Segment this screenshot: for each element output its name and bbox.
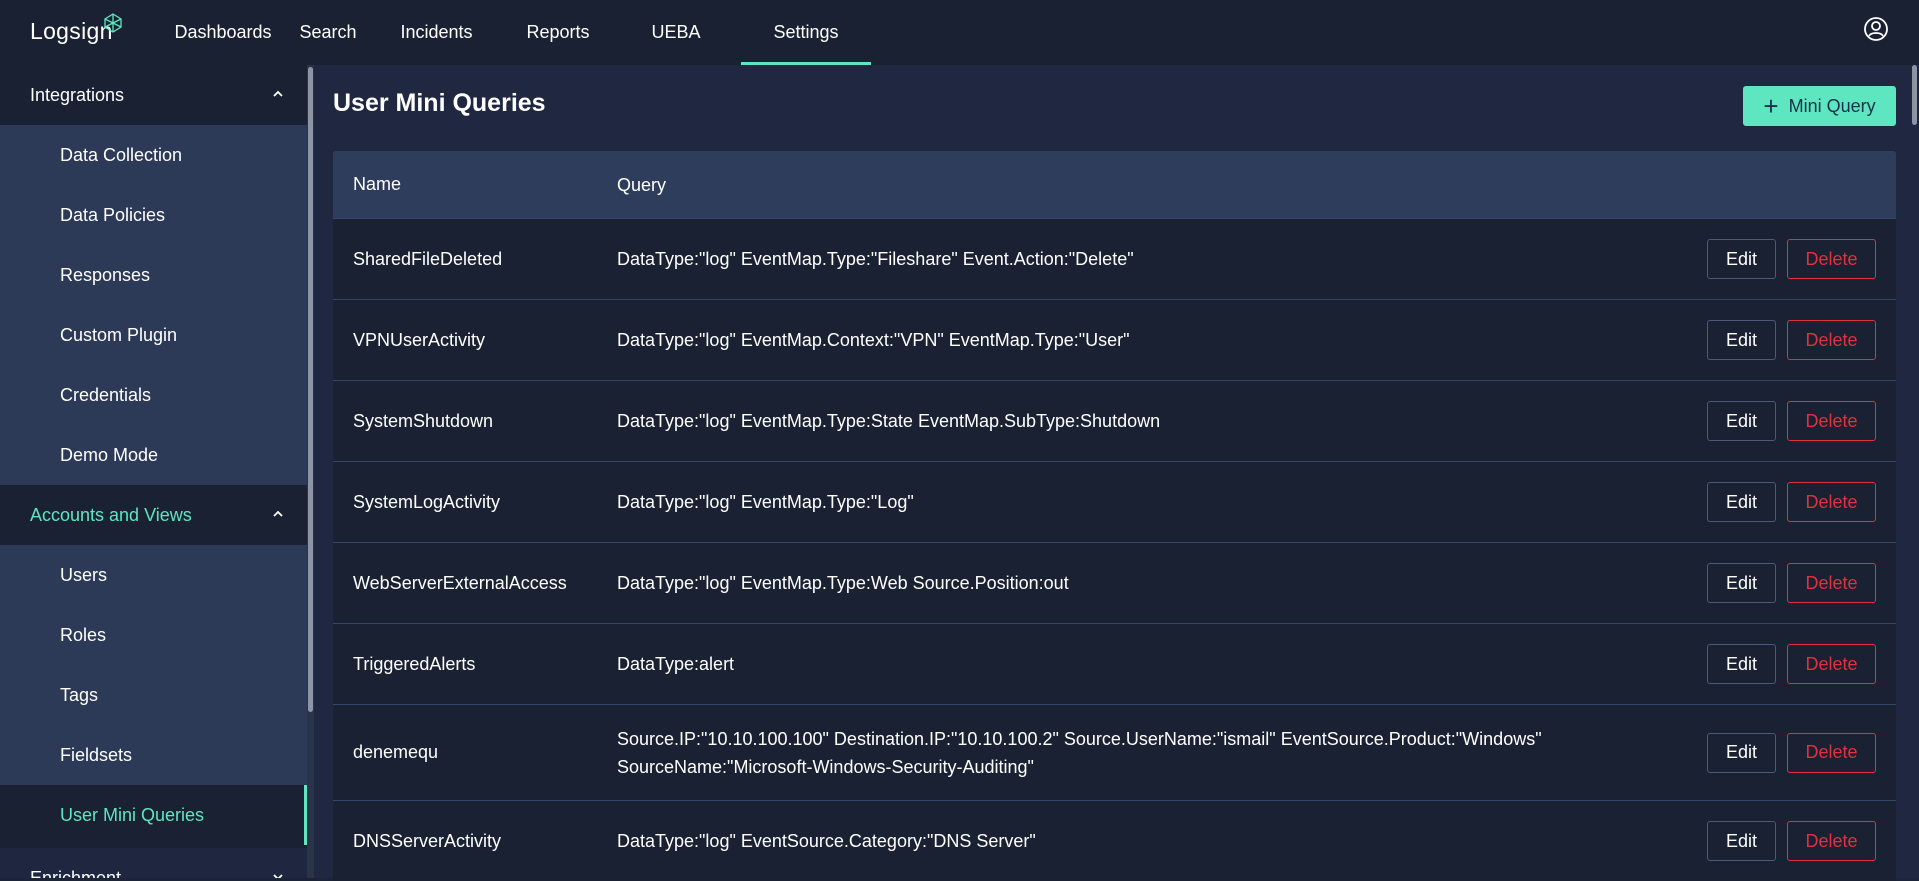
edit-button[interactable]: Edit — [1707, 821, 1776, 861]
row-name: WebServerExternalAccess — [353, 572, 567, 593]
sidebar-scrollbar[interactable] — [307, 65, 314, 878]
chevron-down-icon — [271, 868, 285, 878]
delete-button[interactable]: Delete — [1787, 563, 1876, 603]
main-scrollbar-thumb[interactable] — [1912, 65, 1917, 125]
row-name: denemequ — [353, 742, 439, 762]
delete-button[interactable]: Delete — [1787, 239, 1876, 279]
page-title: User Mini Queries — [333, 89, 546, 117]
sidebar-item-credentials[interactable]: Credentials — [0, 365, 307, 425]
row-query: DataType:"log" EventMap.Type:Web Source.… — [617, 573, 1069, 593]
nav-ueba[interactable]: UEBA — [611, 0, 741, 65]
table-row: SystemLogActivity DataType:"log" EventMa… — [333, 461, 1896, 542]
nav-reports[interactable]: Reports — [505, 0, 611, 65]
logo[interactable]: Logsign — [30, 13, 122, 45]
sidebar-item-users[interactable]: Users — [0, 545, 307, 605]
row-actions: Edit Delete — [1696, 732, 1896, 773]
row-query: DataType:alert — [617, 654, 735, 674]
delete-button[interactable]: Delete — [1787, 821, 1876, 861]
row-query: Source.IP:"10.10.100.100" Destination.IP… — [617, 728, 1542, 777]
delete-button[interactable]: Delete — [1787, 320, 1876, 360]
delete-button[interactable]: Delete — [1787, 482, 1876, 522]
row-query: DataType:"log" EventMap.Type:State Event… — [617, 411, 1161, 431]
row-name: VPNUserActivity — [353, 329, 486, 350]
table-header: Name Query — [333, 151, 1896, 218]
column-header-query: Query — [617, 174, 667, 195]
edit-button[interactable]: Edit — [1707, 401, 1776, 441]
main-content: User Mini Queries + Mini Query Name Quer… — [314, 65, 1919, 881]
sidebar-item-user-mini-queries[interactable]: User Mini Queries — [0, 785, 307, 845]
row-name: SharedFileDeleted — [353, 248, 503, 269]
row-actions: Edit Delete — [1696, 482, 1896, 522]
column-header-name: Name — [353, 174, 402, 194]
top-navbar: Logsign Dashboards Search Incidents Repo… — [0, 0, 1919, 65]
sidebar-scrollbar-thumb[interactable] — [308, 67, 313, 712]
row-actions: Edit Delete — [1696, 239, 1896, 279]
table-row: SystemShutdown DataType:"log" EventMap.T… — [333, 380, 1896, 461]
sidebar-item-fieldsets[interactable]: Fieldsets — [0, 725, 307, 785]
sidebar-item-data-policies[interactable]: Data Policies — [0, 185, 307, 245]
nav-settings[interactable]: Settings — [741, 0, 871, 65]
sidebar-section-label: Enrichment — [30, 867, 122, 879]
nav-dashboards[interactable]: Dashboards — [158, 0, 288, 65]
add-mini-query-label: Mini Query — [1788, 95, 1876, 116]
add-mini-query-button[interactable]: + Mini Query — [1743, 86, 1896, 126]
row-name: SystemLogActivity — [353, 491, 501, 512]
row-actions: Edit Delete — [1696, 320, 1896, 360]
sidebar-section-accounts-and-views[interactable]: Accounts and Views — [0, 485, 307, 545]
edit-button[interactable]: Edit — [1707, 320, 1776, 360]
table-row: WebServerExternalAccess DataType:"log" E… — [333, 542, 1896, 623]
row-actions: Edit Delete — [1696, 644, 1896, 684]
edit-button[interactable]: Edit — [1707, 239, 1776, 279]
user-account-icon[interactable] — [1863, 16, 1889, 42]
sidebar-item-responses[interactable]: Responses — [0, 245, 307, 305]
sidebar-section-enrichment[interactable]: Enrichment — [0, 848, 307, 878]
logo-text: Logsign — [30, 18, 113, 44]
table-row: DNSServerActivity DataType:"log" EventSo… — [333, 800, 1896, 881]
row-query: DataType:"log" EventSource.Category:"DNS… — [617, 831, 1036, 851]
chevron-up-icon — [271, 505, 285, 526]
table-row: SharedFileDeleted DataType:"log" EventMa… — [333, 218, 1896, 299]
chevron-up-icon — [271, 85, 285, 106]
edit-button[interactable]: Edit — [1707, 482, 1776, 522]
sidebar-item-demo-mode[interactable]: Demo Mode — [0, 425, 307, 485]
settings-sidebar: Integrations Data Collection Data Polici… — [0, 65, 314, 878]
row-name: SystemShutdown — [353, 410, 494, 431]
sidebar-item-data-collection[interactable]: Data Collection — [0, 125, 307, 185]
sidebar-section-label: Accounts and Views — [30, 504, 192, 525]
edit-button[interactable]: Edit — [1707, 644, 1776, 684]
sidebar-item-tags[interactable]: Tags — [0, 665, 307, 725]
logo-mark-icon — [104, 13, 122, 33]
table-row: VPNUserActivity DataType:"log" EventMap.… — [333, 299, 1896, 380]
plus-icon: + — [1763, 91, 1779, 121]
delete-button[interactable]: Delete — [1787, 644, 1876, 684]
row-name: DNSServerActivity — [353, 830, 502, 851]
row-query: DataType:"log" EventMap.Type:"Log" — [617, 492, 914, 512]
row-query: DataType:"log" EventMap.Context:"VPN" Ev… — [617, 330, 1130, 350]
sidebar-section-label: Integrations — [30, 84, 125, 105]
row-actions: Edit Delete — [1696, 401, 1896, 441]
sidebar-section-integrations[interactable]: Integrations — [0, 65, 307, 125]
sidebar-item-roles[interactable]: Roles — [0, 605, 307, 665]
nav-incidents[interactable]: Incidents — [368, 0, 505, 65]
sidebar-item-custom-plugin[interactable]: Custom Plugin — [0, 305, 307, 365]
delete-button[interactable]: Delete — [1787, 401, 1876, 441]
row-name: TriggeredAlerts — [353, 653, 476, 674]
table-row: denemequ Source.IP:"10.10.100.100" Desti… — [333, 704, 1896, 800]
delete-button[interactable]: Delete — [1787, 732, 1876, 773]
table-row: TriggeredAlerts DataType:alert Edit Dele… — [333, 623, 1896, 704]
edit-button[interactable]: Edit — [1707, 732, 1776, 773]
nav-search[interactable]: Search — [288, 0, 368, 65]
main-nav: Dashboards Search Incidents Reports UEBA… — [158, 0, 871, 65]
row-actions: Edit Delete — [1696, 821, 1896, 861]
edit-button[interactable]: Edit — [1707, 563, 1776, 603]
mini-queries-table: Name Query SharedFileDeleted DataType:"l… — [333, 151, 1896, 881]
row-query: DataType:"log" EventMap.Type:"Fileshare"… — [617, 249, 1134, 269]
row-actions: Edit Delete — [1696, 563, 1896, 603]
